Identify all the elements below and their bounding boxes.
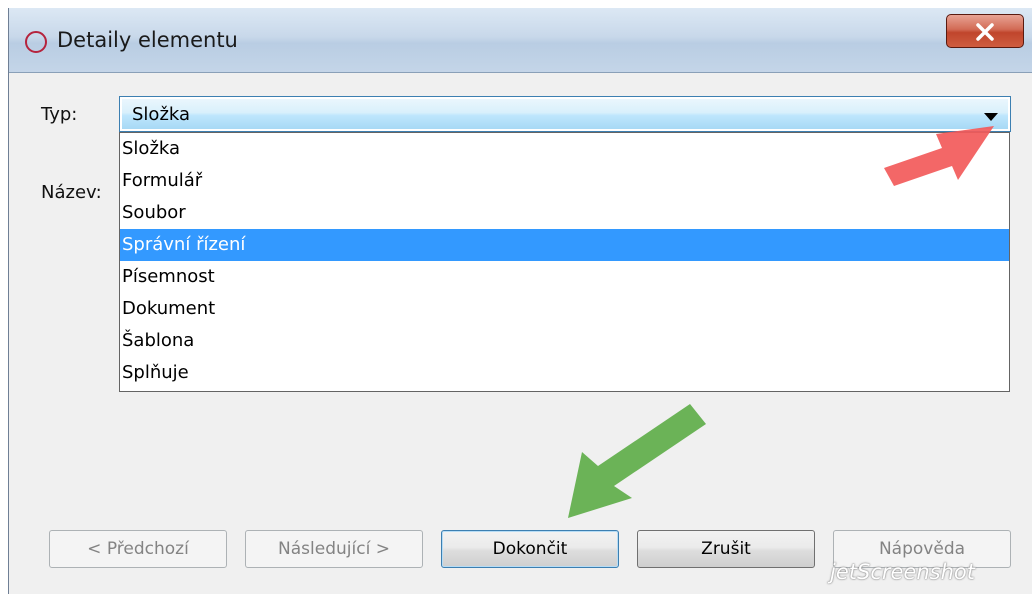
green-arrow-icon (568, 404, 706, 518)
annotation-arrows (568, 126, 994, 518)
watermark-text: jetScreenshot (830, 560, 975, 584)
red-arrow-icon (884, 126, 994, 186)
